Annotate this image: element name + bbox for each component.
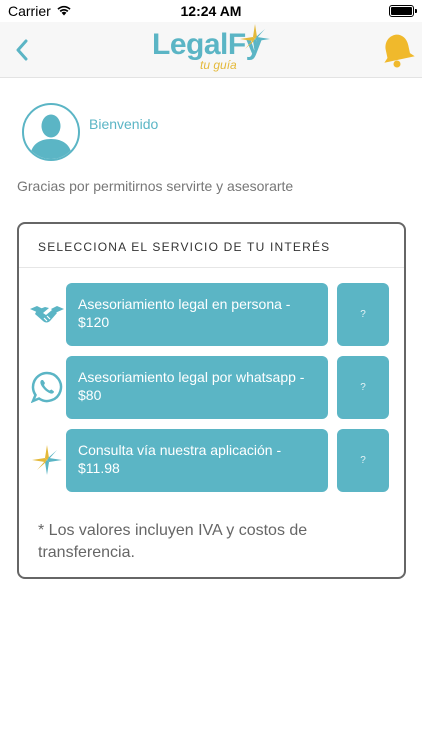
handshake-icon (29, 296, 65, 332)
app-logo: LegalFy tu guía (152, 24, 272, 74)
nav-bar: LegalFy tu guía (0, 22, 422, 78)
thanks-text: Gracias por permitirnos servirte y aseso… (17, 178, 294, 194)
service-app-button[interactable]: Consulta vía nuestra aplicación - $11.98 (66, 429, 328, 492)
status-time: 12:24 AM (180, 3, 242, 19)
price-footnote: * Los valores incluyen IVA y costos de t… (38, 522, 308, 561)
battery-icon (389, 5, 417, 17)
services-title: SELECCIONA EL SERVICIO DE TU INTERÉS (38, 240, 331, 254)
services-card: SELECCIONA EL SERVICIO DE TU INTERÉS Ase… (17, 222, 406, 579)
user-silhouette-icon (30, 114, 72, 159)
battery-level (391, 7, 412, 15)
service-app-help-button[interactable]: ? (337, 429, 389, 492)
status-bar: Carrier 12:24 AM (0, 0, 422, 22)
services-card-header: SELECCIONA EL SERVICIO DE TU INTERÉS (19, 224, 404, 268)
service-whatsapp-help-button[interactable]: ? (337, 356, 389, 419)
logo-sub-text: tu guía (200, 58, 237, 72)
notifications-button[interactable] (376, 30, 416, 70)
battery-cap (415, 9, 417, 13)
service-in-person-button[interactable]: Asesoriamiento legal en persona - $120 (66, 283, 328, 346)
avatar (22, 103, 80, 161)
star-logo-icon (29, 442, 65, 478)
compass-star-icon (240, 24, 270, 54)
whatsapp-icon (29, 369, 65, 405)
back-button[interactable] (8, 34, 36, 66)
welcome-text: Bienvenido (89, 116, 159, 132)
bell-icon (384, 34, 415, 68)
service-whatsapp-button[interactable]: Asesoriamiento legal por whatsapp - $80 (66, 356, 328, 419)
chevron-left-icon (16, 39, 28, 61)
service-in-person-help-button[interactable]: ? (337, 283, 389, 346)
